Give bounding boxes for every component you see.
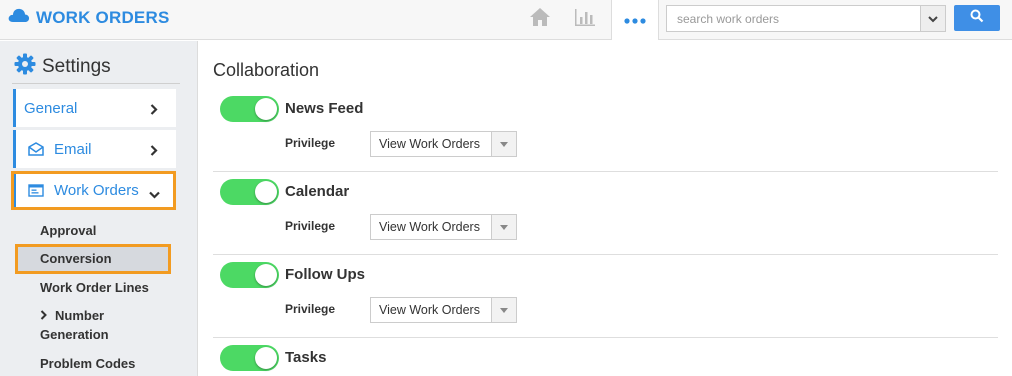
chevron-down-icon — [928, 10, 938, 28]
sub-item-conversion[interactable]: Conversion — [40, 249, 112, 268]
more-icon — [624, 11, 646, 29]
section-label-news-feed: News Feed — [285, 100, 364, 117]
privilege-label: Privilege — [285, 136, 336, 150]
select-value: View Work Orders — [379, 220, 480, 234]
section-label-follow-ups: Follow Ups — [285, 266, 365, 283]
sidebar-item-label: Work Orders — [54, 181, 139, 199]
select-value: View Work Orders — [379, 303, 480, 317]
more-button[interactable] — [611, 0, 659, 40]
privilege-label: Privilege — [285, 219, 336, 233]
sidebar-divider — [12, 83, 180, 84]
gear-icon — [14, 53, 36, 80]
top-bar: WORK ORDERS — [0, 0, 1012, 40]
app-title: WORK ORDERS — [36, 7, 170, 27]
caret-down-icon — [491, 215, 516, 239]
sidebar-item-label: Email — [54, 140, 92, 158]
caret-down-icon — [491, 298, 516, 322]
toggle-knob — [255, 98, 277, 120]
settings-heading-label: Settings — [42, 55, 111, 77]
search-button[interactable] — [954, 5, 1000, 31]
caret-down-icon — [491, 132, 516, 156]
search-input[interactable] — [666, 5, 921, 32]
sidebar-item-work-orders[interactable]: Work Orders — [13, 171, 176, 209]
follow-ups-privilege-select[interactable]: View Work Orders — [370, 297, 517, 323]
toggle-knob — [255, 264, 277, 286]
settings-sidebar: Settings General Email Work Orders Appro… — [0, 41, 198, 376]
calendar-toggle[interactable] — [220, 179, 279, 205]
sidebar-item-label: General — [24, 99, 78, 117]
sub-item-number-generation[interactable]: Number Generation — [40, 306, 109, 344]
search-icon — [970, 9, 984, 28]
section-label-tasks: Tasks — [285, 349, 327, 366]
sidebar-item-email[interactable]: Email — [13, 130, 176, 168]
follow-ups-toggle[interactable] — [220, 262, 279, 288]
chevron-right-icon — [150, 143, 158, 161]
home-icon — [529, 7, 551, 32]
privilege-label: Privilege — [285, 302, 336, 316]
toggle-knob — [255, 347, 277, 369]
reports-button[interactable] — [571, 6, 599, 32]
sidebar-item-general[interactable]: General — [13, 89, 176, 127]
settings-heading: Settings — [14, 53, 111, 80]
sub-item-work-order-lines[interactable]: Work Order Lines — [40, 278, 149, 297]
section-divider — [213, 171, 998, 172]
tasks-toggle[interactable] — [220, 345, 279, 371]
news-feed-privilege-select[interactable]: View Work Orders — [370, 131, 517, 157]
sub-item-label: Number — [55, 308, 105, 323]
toggle-knob — [255, 181, 277, 203]
chevron-right-icon — [150, 102, 158, 120]
main-content: Collaboration News Feed Privilege View W… — [199, 41, 1012, 376]
search-filter-dropdown[interactable] — [920, 5, 946, 32]
sub-item-label: Generation — [40, 327, 109, 342]
section-divider — [213, 254, 998, 255]
news-feed-toggle[interactable] — [220, 96, 279, 122]
work-order-icon — [28, 183, 44, 197]
chevron-down-icon — [149, 186, 160, 204]
section-divider — [213, 337, 998, 338]
sub-item-approval[interactable]: Approval — [40, 221, 96, 240]
page-title: Collaboration — [213, 60, 320, 80]
sub-item-problem-codes[interactable]: Problem Codes — [40, 354, 135, 373]
home-button[interactable] — [526, 6, 554, 32]
app-brand[interactable]: WORK ORDERS — [8, 7, 169, 28]
envelope-icon — [28, 142, 44, 156]
section-label-calendar: Calendar — [285, 183, 350, 200]
calendar-privilege-select[interactable]: View Work Orders — [370, 214, 517, 240]
select-value: View Work Orders — [379, 137, 480, 151]
cloud-icon — [8, 7, 30, 28]
chevron-right-icon — [40, 306, 47, 325]
bar-chart-icon — [574, 7, 596, 32]
